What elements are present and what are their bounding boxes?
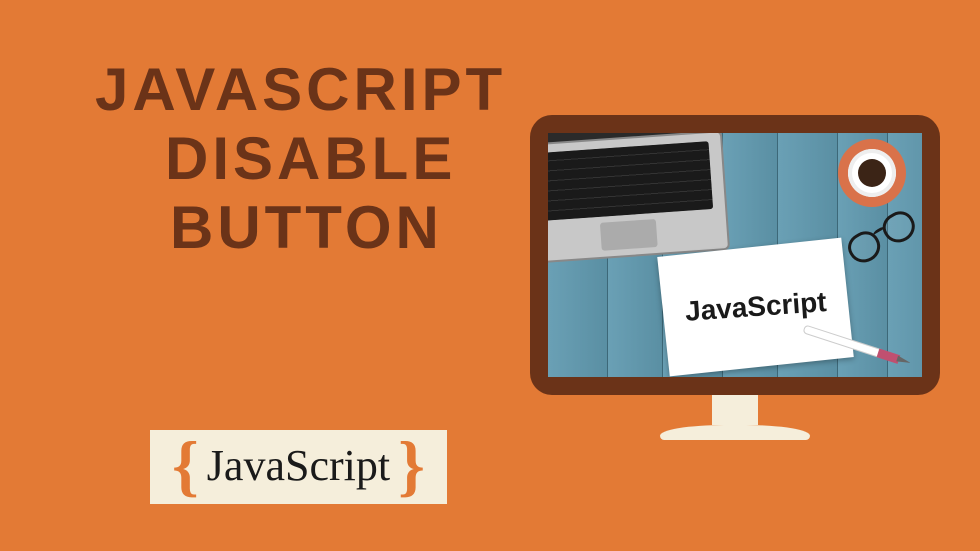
laptop-icon: [548, 133, 731, 272]
javascript-badge: { JavaScript }: [150, 430, 447, 504]
open-brace-icon: {: [172, 438, 199, 492]
main-title: JAVASCRIPT DISABLE BUTTON: [95, 55, 595, 262]
coffee-cup-icon: [838, 139, 906, 207]
close-brace-icon: }: [398, 438, 425, 492]
badge-text: JavaScript: [207, 440, 390, 491]
monitor-frame: JavaScript: [530, 115, 940, 395]
monitor-illustration: JavaScript: [530, 115, 940, 440]
monitor-screen: JavaScript: [548, 133, 922, 377]
monitor-neck: [712, 395, 758, 425]
monitor-stand: [660, 425, 810, 440]
paper-text: JavaScript: [684, 286, 828, 328]
paper-note: JavaScript: [657, 238, 854, 377]
title-line-1: JAVASCRIPT: [95, 55, 595, 124]
